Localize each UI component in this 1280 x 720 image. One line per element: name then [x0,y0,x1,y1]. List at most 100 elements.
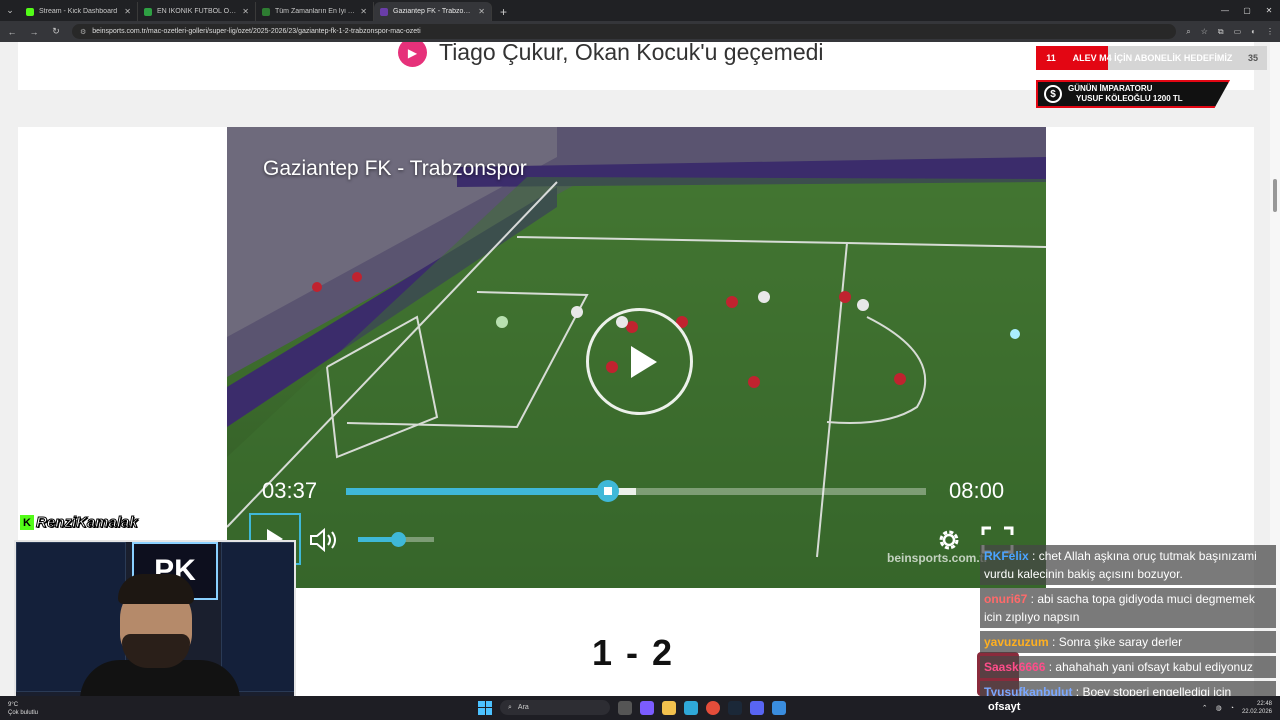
chat-username: onuri67 [984,592,1028,606]
taskbar-search[interactable]: ⌕ Ara [500,700,610,715]
forward-arrow-icon[interactable]: → [28,27,40,37]
system-tray: ⌃ ◍ ◔ 22:48 22.02.2026 [1202,696,1272,720]
task-view-icon[interactable] [618,700,632,715]
kick-logo-icon: K [20,515,34,530]
chat-text: ahahahah yani ofsayt kabul ediyonuz [1055,660,1253,674]
highlight-item[interactable]: ▶ Tiago Çukur, Okan Kocuk'u geçemedi [398,42,824,67]
duration: 08:00 [949,478,1005,503]
chat-username: Tyusufkanbulut [984,685,1073,696]
chat-text: Boey stoperi engelledigi için [1082,685,1232,696]
reload-icon[interactable]: ↻ [50,26,62,37]
chat-message: Saask6666 : ahahahah yani ofsayt kabul e… [980,656,1276,678]
chat-username: Saask6666 [984,660,1046,674]
play-circle-icon[interactable]: ▶ [398,42,427,67]
clock-date: 22.02.2026 [1241,709,1272,715]
webcam-overlay: PK [14,540,296,700]
edge-icon[interactable] [684,700,698,715]
address-bar: ← → ↻ ⚙ beinsports.com.tr/mac-ozetleri-g… [0,21,1280,42]
close-tab-icon[interactable]: ✕ [242,7,249,16]
start-windows-icon[interactable] [478,700,492,715]
seek-handle[interactable] [597,480,620,502]
streamer-hair [118,574,194,604]
video-player[interactable]: Gaziantep FK - Trabzonspor 03:37 08:00 b… [227,127,1046,588]
url-text: beinsports.com.tr/mac-ozetleri-golleri/s… [92,28,421,35]
clock[interactable]: 22:48 22.02.2026 [1242,700,1272,716]
chat-message: RKFelix : chet Allah aşkına oruç tutmak … [980,545,1276,585]
tab-title: Stream - Kick Dashboard [39,8,118,15]
tab-title: EN İKONİK FUTBOL OLAYLARI [157,8,238,15]
maximize-icon[interactable]: ▢ [1236,0,1258,21]
current-time: 03:37 [262,478,318,503]
streamer-tag: K RenziKamalak [20,514,138,532]
tab-ikonik[interactable]: EN İKONİK FUTBOL OLAYLARI ✕ [138,2,256,21]
taskbar-apps: ⌕ Ara [478,700,786,715]
chat-message: yavuzuzum : Sonra şike saray derler [980,631,1276,653]
progress-fill [346,488,609,495]
weather-temp: 9°C [8,702,19,708]
match-score: 1-2 [592,632,687,673]
chat-username: yavuzuzum [984,635,1049,649]
search-icon: ⌕ [508,703,512,711]
seek-bar[interactable] [346,480,926,502]
close-tab-icon[interactable]: ✕ [478,7,485,16]
new-tab-plus-icon[interactable]: + [492,2,515,21]
weather-desc: Çok bulutlu [8,710,39,716]
volume-tray-icon[interactable]: ◔ [1230,705,1234,712]
close-tab-icon[interactable]: ✕ [360,7,367,16]
volume-slider[interactable] [358,532,434,547]
profile-icon[interactable]: ◐ [1251,27,1256,37]
search-placeholder: Ara [517,704,529,711]
site-info-icon[interactable]: ⚙ [80,28,86,36]
chat-message: onuri67 : abi sacha topa gidiyoda muci d… [980,588,1276,628]
settings-gear-icon[interactable] [936,527,962,553]
close-tab-icon[interactable]: ✕ [124,7,131,16]
sub-goal-text: ALEV M4 İÇİN ABONELİK HEDEFİMİZ [1072,53,1233,63]
chat-username: RKFelix [984,549,1029,563]
tab-title: Tüm Zamanların En İyi Golü - T [275,8,355,15]
clock-time: 22:48 [1256,701,1272,707]
video-watermark: beinsports.com.tr [887,551,989,565]
extensions-icon[interactable]: ⧉ [1218,27,1224,37]
top-donor-banner: $ GÜNÜN İMPARATORU YUSUF KÖLEOĞLU 1200 T… [1036,80,1230,108]
sub-goal-target: 35 [1247,53,1258,63]
tab-gaziantep-trabzonspor[interactable]: Gaziantep FK - Trabzonspor Ma ✕ [374,2,492,21]
scrollbar-thumb[interactable] [1273,179,1277,212]
top-donor-text: GÜNÜN İMPARATORU YUSUF KÖLEOĞLU 1200 TL [1068,84,1183,104]
toolbar-icons: ⌕ ☆ ⧉ ▭ ◐ ⋮ [1186,27,1274,37]
steam-icon[interactable] [728,700,742,715]
tray-chevron-icon[interactable]: ⌃ [1202,704,1208,712]
file-explorer-icon[interactable] [662,700,676,715]
top-donor-name: YUSUF KÖLEOĞLU 1200 TL [1076,94,1183,103]
cast-icon[interactable]: ▭ [1234,27,1242,37]
window-controls: — ▢ ✕ [1214,0,1280,21]
tab-kick-dashboard[interactable]: Stream - Kick Dashboard ✕ [20,2,138,21]
play-icon [630,345,657,378]
big-play-button[interactable] [586,308,693,415]
minimize-icon[interactable]: — [1214,0,1236,21]
sub-goal-current: 11 [1046,53,1056,63]
chat-overlay: RKFelix : chet Allah aşkına oruç tutmak … [980,545,1276,696]
volume-icon[interactable] [309,527,339,553]
shelf-right [221,542,294,692]
dollar-coin-icon: $ [1044,85,1062,103]
weather-widget[interactable]: 9°C Çok bulutlu [8,696,108,720]
url-input[interactable]: ⚙ beinsports.com.tr/mac-ozetleri-golleri… [72,24,1177,39]
app-icon[interactable] [772,700,786,715]
network-icon[interactable]: ◍ [1216,704,1222,712]
copilot-icon[interactable] [640,700,654,715]
chrome-icon[interactable] [706,700,720,715]
zoom-icon[interactable]: ⌕ [1186,27,1190,37]
bein-favicon-icon [380,7,388,16]
close-window-icon[interactable]: ✕ [1258,0,1280,21]
tab-search-chevron-icon[interactable]: ⌄ [0,0,20,21]
discord-icon[interactable] [750,700,764,715]
overlay-caption: ofsayt [988,701,1021,713]
tab-title: Gaziantep FK - Trabzonspor Ma [393,8,473,15]
chat-text: Sonra şike saray derler [1058,635,1183,649]
menu-dots-icon[interactable]: ⋮ [1266,27,1274,37]
bookmark-star-icon[interactable]: ☆ [1201,27,1208,37]
back-arrow-icon[interactable]: ← [6,27,18,37]
tab-en-iyi-gol[interactable]: Tüm Zamanların En İyi Golü - T ✕ [256,2,374,21]
kick-favicon-icon [26,7,34,16]
streamer-beard [122,634,190,668]
